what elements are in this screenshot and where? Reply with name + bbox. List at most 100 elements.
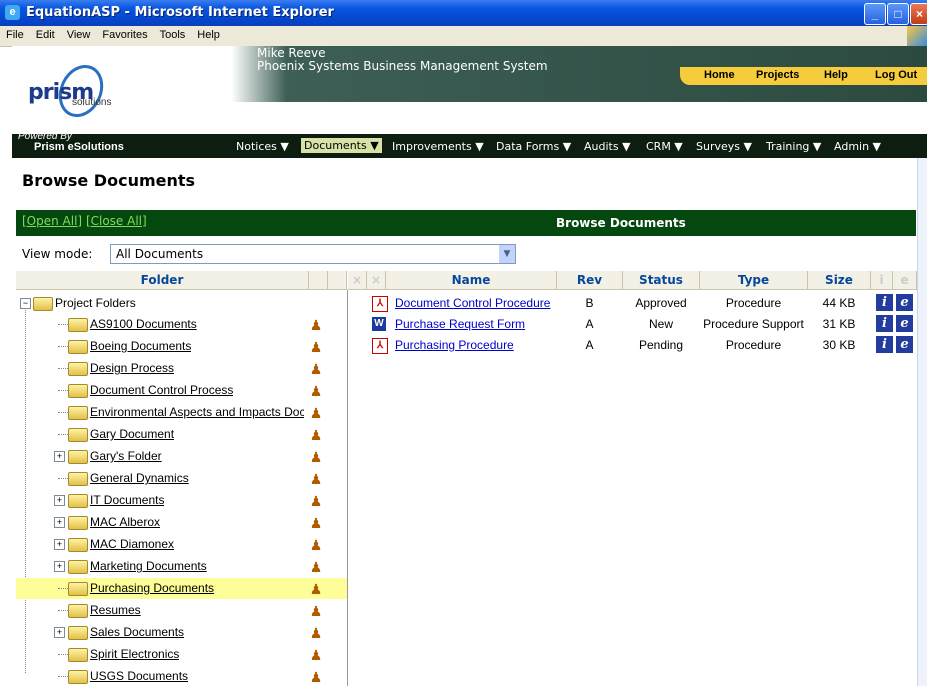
tree-root[interactable]: − Project Folders — [16, 293, 347, 314]
folder-label[interactable]: Purchasing Documents — [90, 581, 214, 595]
permissions-icon[interactable]: ♟ — [308, 514, 324, 532]
expand-icon[interactable]: + — [54, 561, 65, 572]
folder-row[interactable]: Document Control Process ♟ — [16, 380, 347, 401]
info-icon[interactable]: i — [876, 315, 893, 332]
view-mode-select[interactable]: All Documents ▼ — [110, 244, 516, 264]
name-column-header[interactable]: Name — [386, 271, 557, 290]
folder-label[interactable]: Boeing Documents — [90, 339, 191, 353]
folder-row[interactable]: AS9100 Documents ♟ — [16, 314, 347, 335]
size-column-header[interactable]: Size — [808, 271, 871, 290]
expand-icon[interactable]: + — [54, 495, 65, 506]
folder-col-button-2[interactable] — [328, 271, 347, 290]
menu-favorites[interactable]: Favorites — [96, 26, 153, 41]
folder-row[interactable]: + MAC Alberox ♟ — [16, 512, 347, 533]
folder-row[interactable]: Design Process ♟ — [16, 358, 347, 379]
permissions-icon[interactable]: ♟ — [308, 668, 324, 686]
folder-row[interactable]: Boeing Documents ♟ — [16, 336, 347, 357]
permissions-icon[interactable]: ♟ — [308, 338, 324, 356]
folder-row[interactable]: + Sales Documents ♟ — [16, 622, 347, 643]
folder-row[interactable]: Resumes ♟ — [16, 600, 347, 621]
permissions-icon[interactable]: ♟ — [308, 558, 324, 576]
nav-training[interactable]: Training ▼ — [766, 140, 821, 153]
nav-notices[interactable]: Notices ▼ — [236, 140, 289, 153]
folder-label[interactable]: General Dynamics — [90, 471, 189, 485]
menu-tools[interactable]: Tools — [154, 26, 192, 41]
permissions-icon[interactable]: ♟ — [308, 646, 324, 664]
folder-label[interactable]: MAC Alberox — [90, 515, 160, 529]
menu-edit[interactable]: Edit — [30, 26, 61, 41]
permissions-icon[interactable]: ♟ — [308, 426, 324, 444]
document-name-link[interactable]: Document Control Procedure — [395, 296, 550, 310]
nav-admin[interactable]: Admin ▼ — [834, 140, 881, 153]
permissions-icon[interactable]: ♟ — [308, 492, 324, 510]
minimize-button[interactable]: _ — [864, 3, 886, 25]
folder-label[interactable]: Sales Documents — [90, 625, 184, 639]
folder-row[interactable]: Gary Document ♟ — [16, 424, 347, 445]
permissions-icon[interactable]: ♟ — [308, 536, 324, 554]
info-icon[interactable]: i — [876, 336, 893, 353]
expand-icon[interactable]: + — [54, 517, 65, 528]
status-column-header[interactable]: Status — [623, 271, 700, 290]
nav-audits[interactable]: Audits ▼ — [584, 140, 631, 153]
folder-label[interactable]: Gary Document — [90, 427, 174, 441]
folder-row[interactable]: + Gary's Folder ♟ — [16, 446, 347, 467]
doc-col-button-2[interactable]: × — [367, 271, 386, 290]
chevron-down-icon[interactable]: ▼ — [499, 245, 515, 263]
document-row[interactable]: W Purchase Request Form A New Procedure Supp… — [348, 314, 918, 335]
close-all-link[interactable]: [Close All] — [86, 214, 147, 228]
folder-label[interactable]: MAC Diamonex — [90, 537, 174, 551]
folder-label[interactable]: Marketing Documents — [90, 559, 207, 573]
permissions-icon[interactable]: ♟ — [308, 470, 324, 488]
folder-row[interactable]: Spirit Electronics ♟ — [16, 644, 347, 665]
folder-label[interactable]: Spirit Electronics — [90, 647, 179, 661]
menu-file[interactable]: File — [0, 26, 30, 41]
expand-icon[interactable]: + — [54, 451, 65, 462]
folder-label[interactable]: USGS Documents — [90, 669, 188, 683]
type-column-header[interactable]: Type — [700, 271, 808, 290]
logout-link[interactable]: Log Out — [875, 69, 917, 81]
document-row[interactable]: ⅄ Purchasing Procedure A Pending Procedure 30… — [348, 335, 918, 356]
maximize-button[interactable]: □ — [887, 3, 909, 25]
permissions-icon[interactable]: ♟ — [308, 448, 324, 466]
folder-label[interactable]: Design Process — [90, 361, 174, 375]
folder-label[interactable]: Gary's Folder — [90, 449, 162, 463]
permissions-icon[interactable]: ♟ — [308, 382, 324, 400]
close-button[interactable]: × — [910, 3, 927, 25]
rev-column-header[interactable]: Rev — [557, 271, 623, 290]
nav-documents[interactable]: Documents ▼ — [301, 138, 382, 153]
help-link[interactable]: Help — [824, 69, 848, 81]
folder-label[interactable]: AS9100 Documents — [90, 317, 197, 331]
folder-label[interactable]: Resumes — [90, 603, 141, 617]
document-row[interactable]: ⅄ Document Control Procedure B Approved Proc… — [348, 293, 918, 314]
projects-link[interactable]: Projects — [756, 69, 799, 81]
home-link[interactable]: Home — [704, 69, 735, 81]
edit-icon[interactable]: e — [896, 336, 913, 353]
permissions-icon[interactable]: ♟ — [308, 580, 324, 598]
nav-data-forms[interactable]: Data Forms ▼ — [496, 140, 571, 153]
folder-label[interactable]: Document Control Process — [90, 383, 233, 397]
folder-col-button[interactable] — [309, 271, 328, 290]
scrollbar[interactable] — [917, 158, 927, 686]
folder-row[interactable]: Environmental Aspects and Impacts Docu ♟ — [16, 402, 347, 423]
collapse-icon[interactable]: − — [20, 298, 31, 309]
document-name-link[interactable]: Purchase Request Form — [395, 317, 525, 331]
folder-column-header[interactable]: Folder — [16, 271, 309, 290]
info-icon[interactable]: i — [876, 294, 893, 311]
permissions-icon[interactable]: ♟ — [308, 404, 324, 422]
folder-label[interactable]: IT Documents — [90, 493, 164, 507]
expand-icon[interactable]: + — [54, 539, 65, 550]
folder-label[interactable]: Project Folders — [55, 296, 136, 310]
nav-crm[interactable]: CRM ▼ — [646, 140, 683, 153]
folder-row[interactable]: + MAC Diamonex ♟ — [16, 534, 347, 555]
permissions-icon[interactable]: ♟ — [308, 624, 324, 642]
menu-help[interactable]: Help — [191, 26, 226, 41]
folder-row[interactable]: USGS Documents ♟ — [16, 666, 347, 687]
doc-col-button[interactable]: × — [348, 271, 367, 290]
nav-surveys[interactable]: Surveys ▼ — [696, 140, 752, 153]
folder-row[interactable]: General Dynamics ♟ — [16, 468, 347, 489]
permissions-icon[interactable]: ♟ — [308, 360, 324, 378]
permissions-icon[interactable]: ♟ — [308, 602, 324, 620]
folder-row[interactable]: Purchasing Documents ♟ — [16, 578, 347, 599]
folder-label[interactable]: Environmental Aspects and Impacts Docu — [90, 405, 304, 419]
nav-improvements[interactable]: Improvements ▼ — [392, 140, 484, 153]
